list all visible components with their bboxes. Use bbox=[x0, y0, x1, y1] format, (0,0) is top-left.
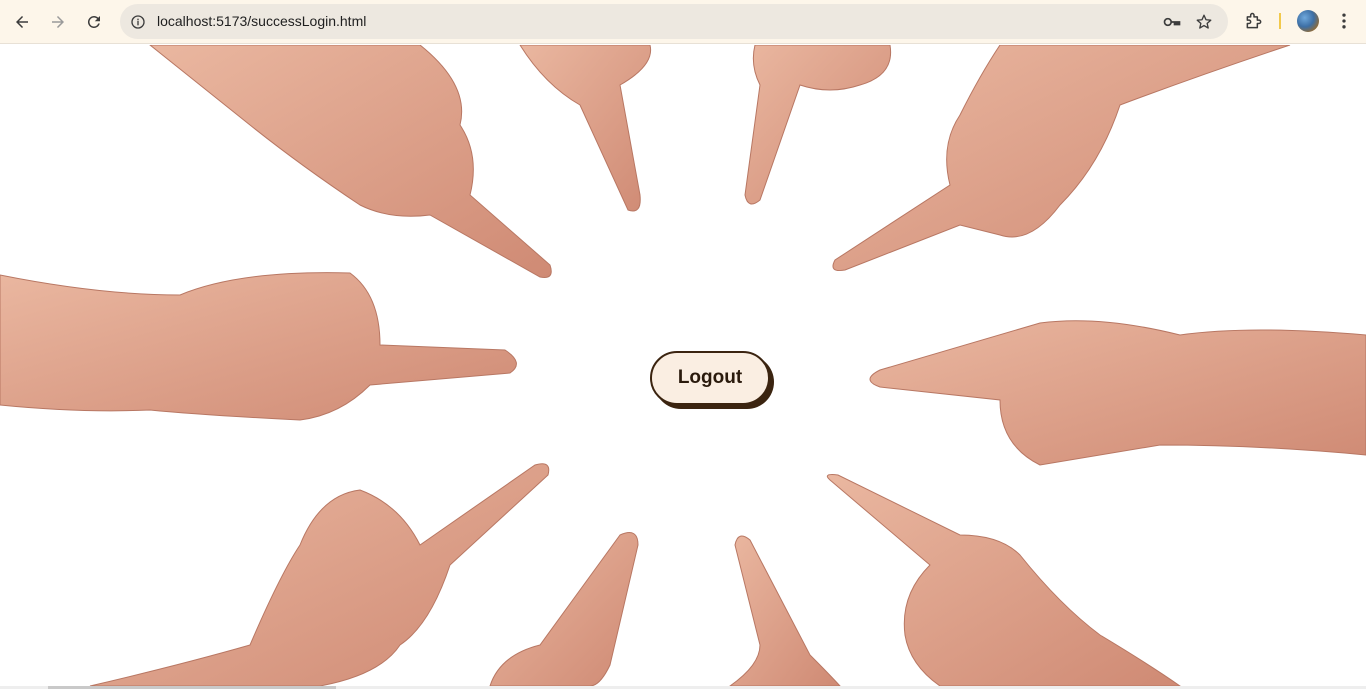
toolbar-separator bbox=[1279, 13, 1281, 29]
back-button[interactable] bbox=[9, 9, 35, 35]
address-bar[interactable]: localhost:5173/successLogin.html bbox=[120, 4, 1228, 39]
browser-menu-button[interactable] bbox=[1333, 10, 1355, 32]
forward-button[interactable] bbox=[45, 9, 71, 35]
bookmark-button[interactable] bbox=[1194, 12, 1214, 32]
logout-button[interactable]: Logout bbox=[650, 351, 770, 405]
kebab-menu-icon bbox=[1342, 13, 1346, 29]
reload-icon bbox=[87, 15, 100, 28]
info-circle-icon bbox=[131, 15, 145, 29]
page-viewport: Logout bbox=[0, 45, 1366, 686]
star-icon bbox=[1196, 14, 1212, 29]
extensions-button[interactable] bbox=[1243, 10, 1265, 32]
browser-toolbar: localhost:5173/successLogin.html bbox=[0, 0, 1366, 44]
arrow-left-icon bbox=[16, 16, 28, 28]
key-icon bbox=[1163, 17, 1181, 27]
site-info-button[interactable] bbox=[128, 12, 148, 32]
reload-button[interactable] bbox=[81, 9, 107, 35]
arrow-right-icon bbox=[52, 16, 64, 28]
puzzle-piece-icon bbox=[1246, 12, 1262, 29]
url-text[interactable]: localhost:5173/successLogin.html bbox=[157, 13, 366, 29]
password-manager-button[interactable] bbox=[1162, 12, 1182, 32]
avatar[interactable] bbox=[1297, 10, 1319, 32]
